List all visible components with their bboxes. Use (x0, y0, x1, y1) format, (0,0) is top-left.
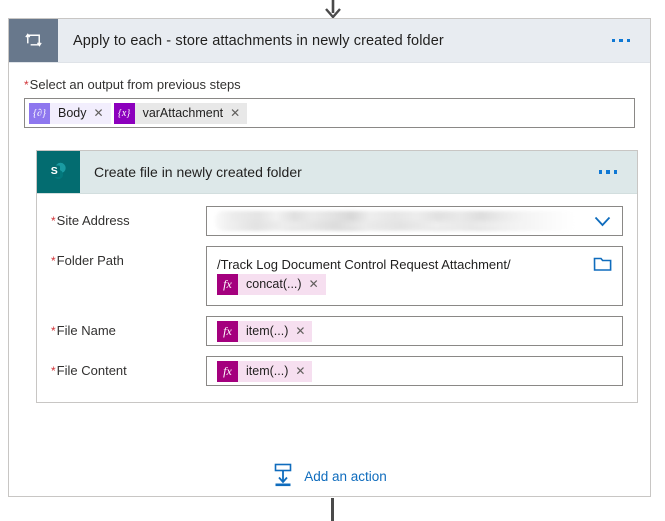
expression-icon: fx (217, 360, 238, 382)
ellipsis-dot (626, 38, 630, 43)
file-content-token-row: fx item(...) ✕ (207, 360, 315, 382)
create-file-body: *Site Address *Folder Path /Track Log Do… (37, 194, 637, 402)
folder-picker-icon[interactable] (593, 256, 612, 275)
ellipsis-dot (598, 170, 602, 174)
file-name-token-row: fx item(...) ✕ (207, 320, 315, 342)
token-chip-item[interactable]: fx item(...) ✕ (217, 320, 313, 342)
required-asterisk: * (51, 214, 56, 228)
token-chip-label: Body (50, 102, 94, 124)
create-file-title: Create file in newly created folder (94, 164, 302, 180)
file-content-label: *File Content (51, 356, 206, 379)
form-row-site-address: *Site Address (51, 206, 623, 236)
apply-to-each-body: *Select an output from previous steps {∂… (9, 63, 650, 128)
token-remove-icon[interactable]: ✕ (295, 360, 313, 382)
expression-icon: fx (217, 273, 238, 295)
required-asterisk: * (51, 324, 56, 338)
token-remove-icon[interactable]: ✕ (295, 320, 313, 342)
token-remove-icon[interactable]: ✕ (308, 273, 326, 295)
folder-path-label: *Folder Path (51, 246, 206, 269)
site-address-label: *Site Address (51, 206, 206, 229)
required-asterisk: * (51, 364, 56, 378)
apply-to-each-loop-icon (9, 19, 58, 62)
token-chip-concat[interactable]: fx concat(...) ✕ (217, 273, 326, 295)
required-asterisk: * (51, 254, 56, 268)
chevron-down-icon[interactable] (583, 216, 622, 227)
apply-to-each-title: Apply to each - store attachments in new… (73, 32, 444, 49)
add-an-action-label: Add an action (304, 469, 387, 484)
add-an-action-button[interactable]: Add an action (9, 463, 650, 490)
token-chip-body[interactable]: {∂} Body ✕ (29, 102, 111, 124)
dynamic-content-icon: {∂} (29, 102, 50, 124)
add-action-icon (272, 463, 294, 490)
token-remove-icon[interactable]: ✕ (93, 102, 111, 124)
token-chip-varattachment[interactable]: {x} varAttachment ✕ (113, 102, 248, 124)
token-chip-label: concat(...) (238, 273, 309, 295)
top-connector (0, 0, 665, 18)
file-name-label: *File Name (51, 316, 206, 339)
form-row-file-content: *File Content fx item(...) ✕ (51, 356, 623, 386)
ellipsis-dot (611, 38, 615, 43)
token-remove-icon[interactable]: ✕ (230, 102, 248, 124)
create-file-menu-button[interactable] (598, 151, 638, 193)
required-asterisk: * (24, 78, 29, 92)
ellipsis-dot (619, 38, 623, 43)
variable-icon: {x} (113, 102, 135, 124)
apply-to-each-menu-button[interactable] (611, 19, 651, 62)
bottom-connector (331, 498, 334, 521)
file-content-label-text: File Content (56, 363, 127, 378)
site-address-dropdown[interactable] (206, 206, 623, 236)
site-address-label-text: Site Address (56, 213, 130, 228)
token-chip-label: item(...) (238, 360, 296, 382)
create-file-card[interactable]: S Create file in newly created folder *S… (36, 150, 638, 403)
folder-path-token-row: fx concat(...) ✕ (207, 273, 622, 302)
token-chip-label: item(...) (238, 320, 296, 342)
site-address-redacted-value (215, 211, 575, 231)
file-name-label-text: File Name (56, 323, 116, 338)
select-output-label-text: Select an output from previous steps (29, 77, 241, 92)
token-chip-item[interactable]: fx item(...) ✕ (217, 360, 313, 382)
svg-text:S: S (50, 165, 57, 177)
ellipsis-dot (606, 170, 610, 174)
apply-to-each-card[interactable]: Apply to each - store attachments in new… (8, 18, 651, 497)
token-chip-label: varAttachment (134, 102, 231, 124)
folder-path-value: /Track Log Document Control Request Atta… (217, 256, 511, 272)
form-row-file-name: *File Name fx item(...) ✕ (51, 316, 623, 346)
arrow-down-icon (325, 0, 341, 18)
folder-path-input[interactable]: /Track Log Document Control Request Atta… (206, 246, 623, 306)
create-file-header[interactable]: S Create file in newly created folder (37, 151, 637, 194)
apply-to-each-header[interactable]: Apply to each - store attachments in new… (9, 19, 650, 63)
ellipsis-dot (613, 170, 617, 174)
sharepoint-icon: S (37, 151, 80, 193)
select-output-label: *Select an output from previous steps (24, 77, 635, 93)
file-content-input[interactable]: fx item(...) ✕ (206, 356, 623, 386)
folder-path-label-text: Folder Path (56, 253, 124, 268)
select-output-input[interactable]: {∂} Body ✕ {x} varAttachment ✕ (24, 98, 635, 128)
form-row-folder-path: *Folder Path /Track Log Document Control… (51, 246, 623, 306)
file-name-input[interactable]: fx item(...) ✕ (206, 316, 623, 346)
expression-icon: fx (217, 320, 238, 342)
